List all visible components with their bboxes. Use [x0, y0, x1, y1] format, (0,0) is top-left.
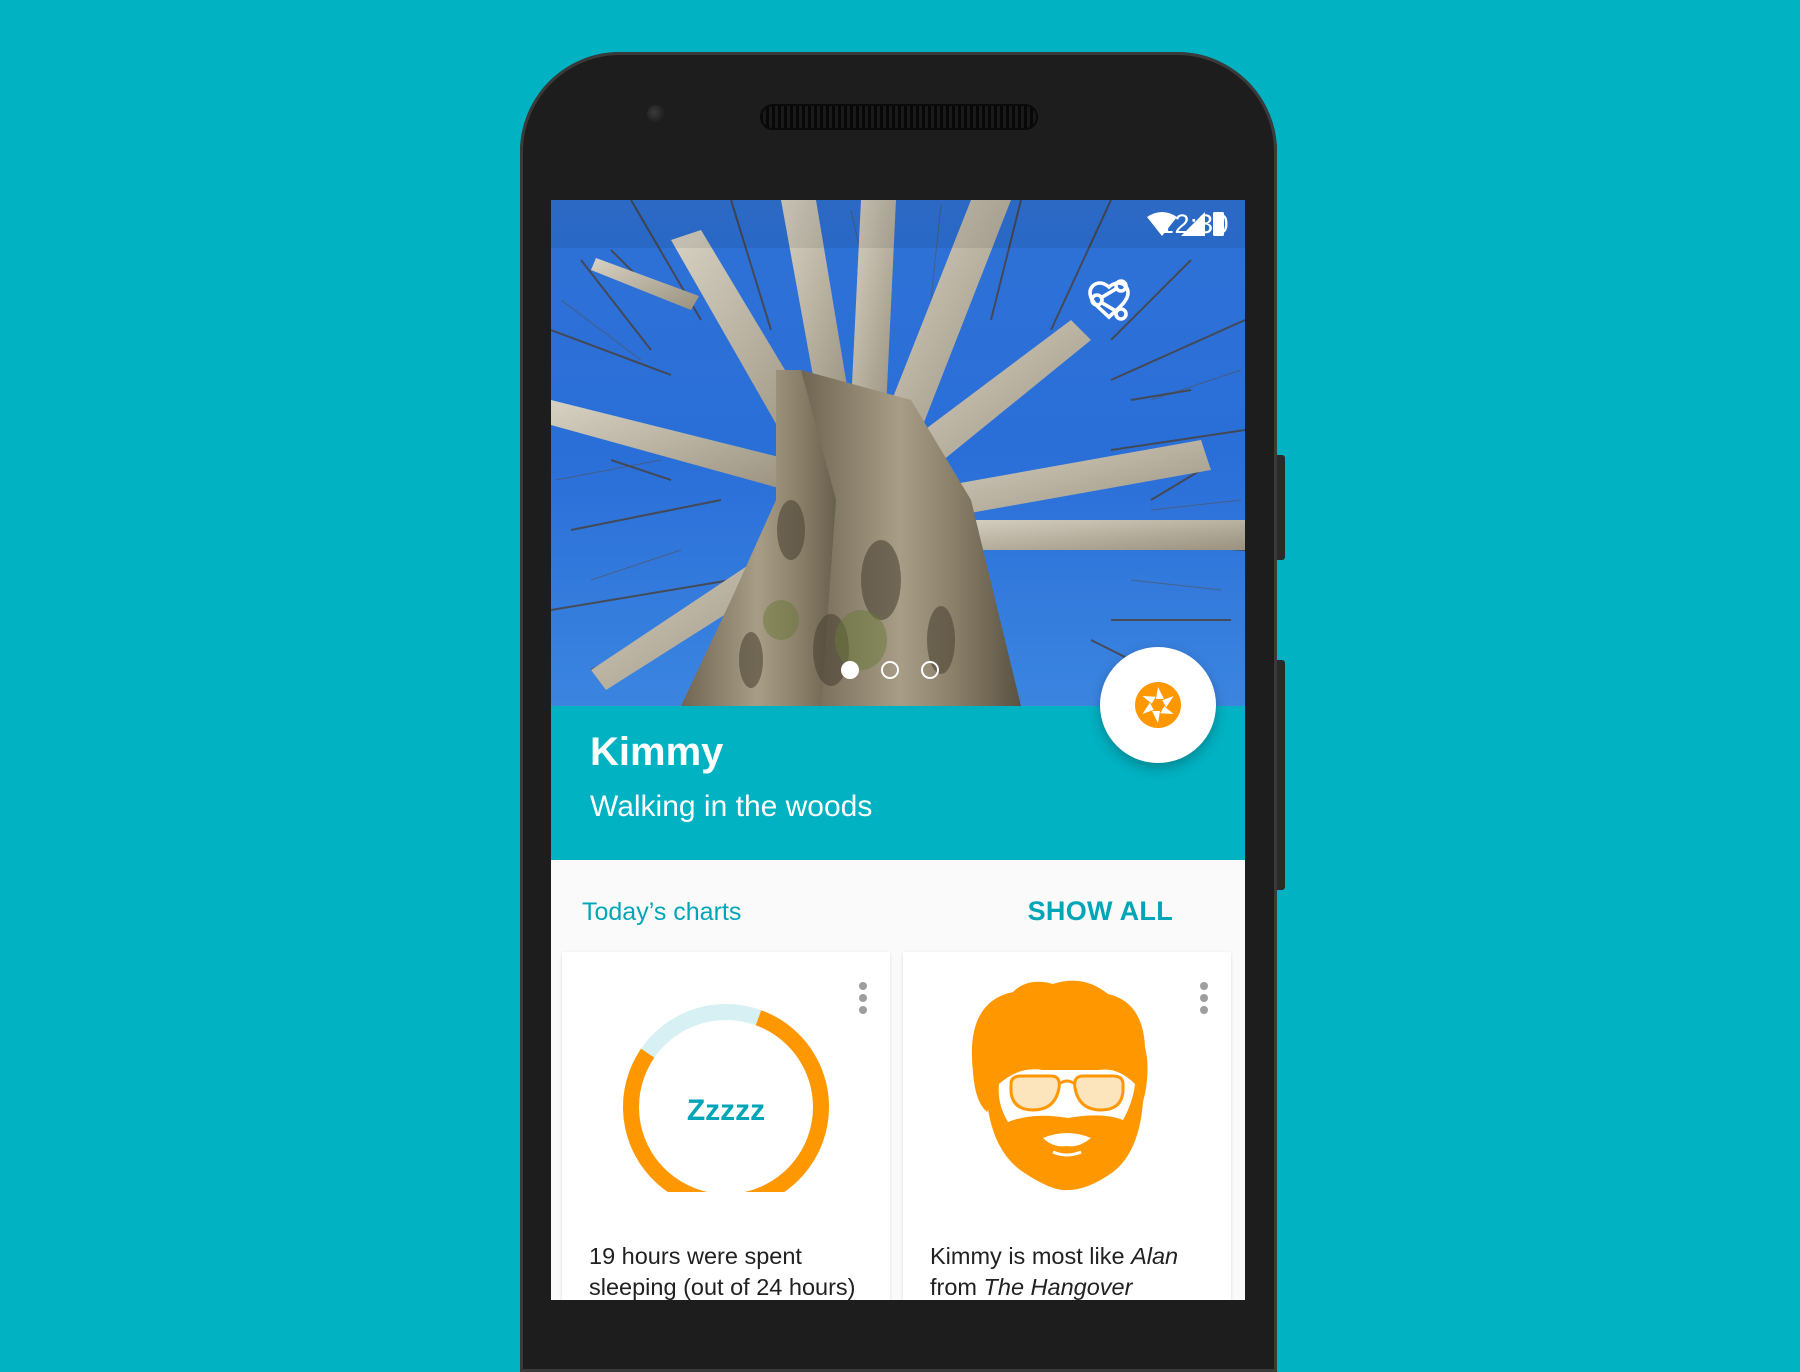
- sleep-summary-line1: 19 hours were spent: [589, 1243, 802, 1269]
- lookalike-line1-text: Kimmy is most like: [930, 1243, 1132, 1269]
- lookalike-card[interactable]: Kimmy is most like Alan from The Hangove…: [903, 952, 1231, 1300]
- camera-shutter-icon: [1135, 682, 1181, 728]
- hero-actions: [1085, 276, 1225, 329]
- carousel-dot[interactable]: [921, 661, 939, 679]
- carousel-dot-active[interactable]: [841, 661, 859, 679]
- lookalike-line1: Kimmy is most like Alan: [930, 1241, 1220, 1272]
- section-title: Today’s charts: [582, 898, 742, 926]
- earpiece-speaker: [760, 104, 1038, 130]
- lookalike-line2-text: from: [930, 1274, 984, 1300]
- show-all-button[interactable]: SHOW ALL: [1028, 896, 1173, 927]
- carousel-dot[interactable]: [881, 661, 899, 679]
- profile-name: Kimmy: [590, 730, 724, 774]
- sleep-chart-card[interactable]: Zzzzz 19 hours were spent sleeping (out …: [562, 952, 890, 1300]
- sleep-donut-chart: Zzzzz: [623, 1004, 829, 1192]
- bearded-man-sunglasses-icon: [971, 980, 1148, 1191]
- lookalike-character: Alan: [1131, 1243, 1179, 1269]
- charts-section-header: Today’s charts SHOW ALL: [551, 886, 1245, 936]
- share-icon[interactable]: [1089, 276, 1225, 324]
- front-camera: [647, 105, 665, 123]
- sleep-summary-line2: sleeping (out of 24 hours): [589, 1274, 856, 1300]
- camera-fab-button[interactable]: [1100, 647, 1216, 763]
- hero-photo: 12:30: [551, 200, 1245, 706]
- status-bar: 12:30: [551, 200, 1245, 248]
- volume-button: [1277, 660, 1285, 890]
- lookalike-summary: Kimmy is most like Alan from The Hangove…: [930, 1241, 1220, 1300]
- app-screen: 12:30 Kimmy Walking in the woods Today’s…: [551, 200, 1245, 1300]
- lookalike-movie: The Hangover: [983, 1274, 1133, 1300]
- power-button: [1277, 455, 1285, 560]
- profile-activity: Walking in the woods: [590, 790, 873, 823]
- sleep-summary: 19 hours were spent sleeping (out of 24 …: [589, 1241, 879, 1300]
- carousel-indicator: [841, 661, 961, 684]
- status-time: 12:30: [1158, 209, 1229, 239]
- lookalike-line2: from The Hangover: [930, 1272, 1220, 1300]
- donut-center-label: Zzzzz: [687, 1094, 765, 1127]
